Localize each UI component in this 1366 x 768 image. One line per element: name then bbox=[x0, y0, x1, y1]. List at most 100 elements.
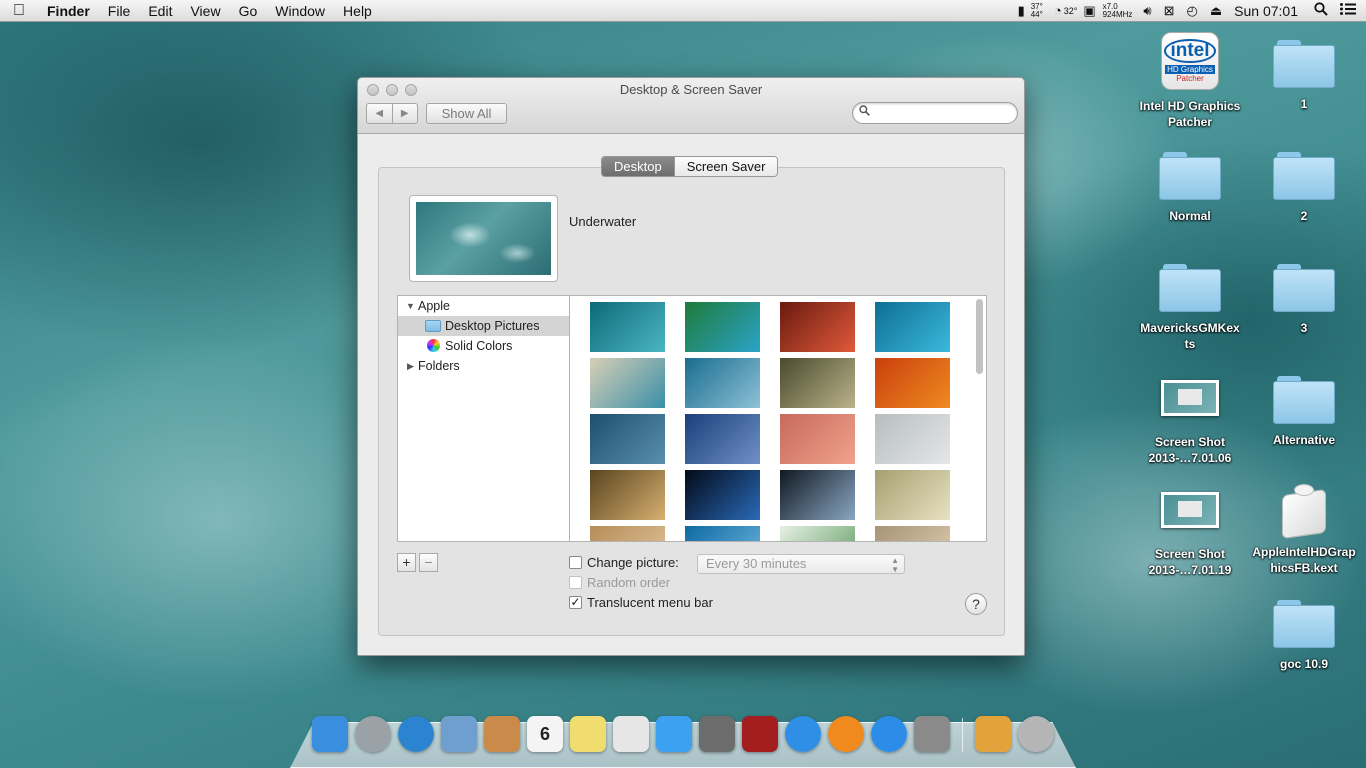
random-order-checkbox[interactable]: Random order bbox=[569, 575, 670, 590]
checkmark-icon[interactable]: ✓ bbox=[569, 596, 582, 609]
dock-app-store-icon[interactable] bbox=[871, 716, 907, 752]
temperature-icon[interactable]: ▮ bbox=[1018, 3, 1025, 19]
temperature-readout[interactable]: 37° 44° bbox=[1031, 2, 1043, 19]
folder-icon bbox=[1273, 264, 1335, 312]
dock-mail-icon[interactable] bbox=[441, 716, 477, 752]
wallpaper-thumbnail-pink-dunes[interactable] bbox=[780, 414, 855, 464]
forward-button[interactable]: ▶ bbox=[391, 104, 418, 123]
wallpaper-thumbnail-aerial-green[interactable] bbox=[685, 302, 760, 352]
wallpaper-thumbnail-antelope-canyon[interactable] bbox=[780, 302, 855, 352]
tab-screen-saver[interactable]: Screen Saver bbox=[673, 157, 778, 176]
source-group-apple[interactable]: ▼ Apple bbox=[398, 296, 570, 316]
wallpaper-thumbnail-autumn-leaves[interactable] bbox=[875, 358, 950, 408]
show-all-button[interactable]: Show All bbox=[426, 103, 507, 124]
notification-center-icon[interactable] bbox=[1340, 3, 1356, 18]
search-field[interactable] bbox=[852, 102, 1018, 124]
menu-help[interactable]: Help bbox=[334, 3, 381, 19]
dock-finder-icon[interactable] bbox=[312, 716, 348, 752]
remove-folder-button[interactable]: − bbox=[419, 553, 438, 572]
desktop-icon-kext[interactable]: AppleIntelHDGraphicsFB.kext bbox=[1248, 482, 1360, 576]
cpu-icon[interactable]: ▣ bbox=[1083, 3, 1095, 19]
source-item-solid-colors[interactable]: Solid Colors bbox=[398, 336, 570, 356]
wallpaper-thumbnail-wave-blue[interactable] bbox=[590, 302, 665, 352]
dock-launchpad-icon[interactable] bbox=[355, 716, 391, 752]
menu-view[interactable]: View bbox=[181, 3, 229, 19]
menu-file[interactable]: File bbox=[99, 3, 140, 19]
volume-icon[interactable]: 🔊︎ bbox=[1143, 3, 1151, 19]
source-list: ▼ Apple Desktop Pictures Solid Colors ▶ … bbox=[397, 295, 570, 542]
window-titlebar[interactable]: Desktop & Screen Saver ◀ ▶ Show All bbox=[358, 78, 1024, 134]
menu-finder[interactable]: Finder bbox=[38, 3, 99, 19]
change-picture-checkbox[interactable]: Change picture: bbox=[569, 555, 679, 570]
source-item-label: Desktop Pictures bbox=[445, 319, 540, 333]
dock-safari-icon[interactable] bbox=[398, 716, 434, 752]
dock-messages-icon[interactable] bbox=[656, 716, 692, 752]
time-machine-icon[interactable]: ◴ bbox=[1187, 3, 1198, 19]
source-item-desktop-pictures[interactable]: Desktop Pictures bbox=[398, 316, 570, 336]
help-button[interactable]: ? bbox=[965, 593, 987, 615]
wallpaper-thumbnail-blue-pattern[interactable] bbox=[590, 414, 665, 464]
color-wheel-icon bbox=[427, 336, 440, 356]
fan-icon[interactable]: ◔ bbox=[1054, 3, 1062, 18]
checkbox-box[interactable] bbox=[569, 576, 582, 589]
grid-scrollbar[interactable] bbox=[976, 299, 983, 374]
dock-calendar-icon[interactable]: 6 bbox=[527, 716, 563, 752]
wallpaper-thumbnail-sand-bottom[interactable] bbox=[590, 526, 665, 541]
wallpaper-thumbnail-golden-blur[interactable] bbox=[590, 470, 665, 520]
dock-facetime-icon[interactable] bbox=[699, 716, 735, 752]
wallpaper-thumbnail-beach-shore[interactable] bbox=[590, 358, 665, 408]
desktop-icon-folder-goc[interactable]: goc 10.9 bbox=[1248, 600, 1360, 672]
dock-notes-icon[interactable] bbox=[570, 716, 606, 752]
battery-icon[interactable]: ⊠ bbox=[1164, 3, 1175, 19]
dock-ibooks-icon[interactable] bbox=[828, 716, 864, 752]
wallpaper-thumbnail-earth-horizon[interactable] bbox=[685, 470, 760, 520]
change-interval-popup[interactable]: Every 30 minutes ▲ ▼ bbox=[697, 554, 905, 574]
dock-itunes-icon[interactable] bbox=[785, 716, 821, 752]
wallpaper-thumbnail-stones-row[interactable] bbox=[875, 526, 950, 541]
wallpaper-thumbnail-ocean-bottom[interactable] bbox=[685, 526, 760, 541]
desktop-icon-screenshot-1[interactable]: Screen Shot 2013-…7.01.06 bbox=[1134, 380, 1246, 466]
spotlight-icon[interactable] bbox=[1314, 2, 1328, 19]
wallpaper-thumbnail-grass-field[interactable] bbox=[780, 358, 855, 408]
search-input[interactable] bbox=[875, 105, 1011, 121]
menu-clock[interactable]: Sun 07:01 bbox=[1234, 3, 1298, 19]
wallpaper-thumbnail-foggy-lake[interactable] bbox=[875, 414, 950, 464]
wallpaper-thumbnail-earth-orbit[interactable] bbox=[780, 470, 855, 520]
dock-trash-icon[interactable] bbox=[1018, 716, 1054, 752]
dock-contacts-icon[interactable] bbox=[484, 716, 520, 752]
dock-applications-icon[interactable] bbox=[975, 716, 1011, 752]
disclosure-open-icon[interactable]: ▼ bbox=[406, 296, 415, 316]
cpu-readout[interactable]: x7.0 924MHz bbox=[1103, 2, 1133, 19]
wallpaper-thumbnail-blue-mesh[interactable] bbox=[685, 414, 760, 464]
desktop-icon-folder-2[interactable]: 2 bbox=[1248, 152, 1360, 224]
dock: 6 bbox=[312, 716, 1054, 752]
disclosure-closed-icon[interactable]: ▶ bbox=[407, 356, 414, 376]
wallpaper-thumbnail-elephant-savanna[interactable] bbox=[875, 470, 950, 520]
source-group-folders[interactable]: ▶ Folders bbox=[398, 356, 570, 376]
translucent-menu-bar-checkbox[interactable]: ✓ Translucent menu bar bbox=[569, 595, 713, 610]
tab-desktop[interactable]: Desktop bbox=[602, 157, 674, 176]
back-button[interactable]: ◀ bbox=[367, 104, 392, 123]
wallpaper-thumbnail-frozen-trees[interactable] bbox=[685, 358, 760, 408]
menu-edit[interactable]: Edit bbox=[139, 3, 181, 19]
wallpaper-thumbnail-water-ripples[interactable] bbox=[875, 302, 950, 352]
desktop-icon-label: Screen Shot 2013-…7.01.19 bbox=[1148, 547, 1232, 577]
desktop-icon-folder-1[interactable]: 1 bbox=[1248, 40, 1360, 112]
desktop-icon-folder-mavericks[interactable]: MavericksGMKexts bbox=[1134, 264, 1246, 352]
apple-menu-icon[interactable]:  bbox=[0, 2, 38, 20]
checkbox-box[interactable] bbox=[569, 556, 582, 569]
dock-reminders-icon[interactable] bbox=[613, 716, 649, 752]
desktop-icon-folder-alternative[interactable]: Alternative bbox=[1248, 376, 1360, 448]
eject-icon[interactable]: ⏏ bbox=[1210, 3, 1222, 19]
dock-system-preferences-icon[interactable] bbox=[914, 716, 950, 752]
desktop-icon-folder-normal[interactable]: Normal bbox=[1134, 152, 1246, 224]
dock-photo-booth-icon[interactable] bbox=[742, 716, 778, 752]
wallpaper-thumbnail-leaves-white[interactable] bbox=[780, 526, 855, 541]
desktop-icon-folder-3[interactable]: 3 bbox=[1248, 264, 1360, 336]
menu-go[interactable]: Go bbox=[230, 3, 267, 19]
menu-window[interactable]: Window bbox=[266, 3, 334, 19]
add-folder-button[interactable]: + bbox=[397, 553, 416, 572]
desktop-icon-intel-patcher[interactable]: intel HD Graphics Patcher Intel HD Graph… bbox=[1134, 32, 1246, 130]
desktop-icon-screenshot-2[interactable]: Screen Shot 2013-…7.01.19 bbox=[1134, 492, 1246, 578]
temp-2[interactable]: 32° bbox=[1064, 6, 1078, 16]
